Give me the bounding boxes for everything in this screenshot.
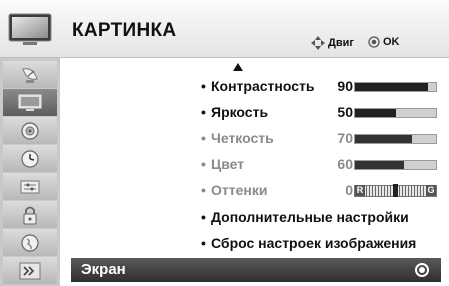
bullet-icon: •: [201, 209, 206, 225]
brightness-label: Яркость: [211, 104, 269, 120]
bullet-icon: •: [201, 156, 206, 172]
bullet-icon: •: [201, 182, 206, 198]
brightness-row[interactable]: • Яркость 50: [201, 104, 449, 124]
color-value: 60: [337, 156, 353, 172]
bullet-icon: •: [201, 78, 206, 94]
contrast-slider[interactable]: [354, 82, 437, 92]
ok-hint: OK: [368, 36, 400, 48]
lock-icon: [23, 206, 37, 224]
sidebar-item-setup[interactable]: [3, 61, 57, 88]
reset-picture-label: Сброс настроек изображения: [211, 235, 417, 251]
color-row[interactable]: • Цвет 60: [201, 156, 449, 176]
speaker-audio-icon: [21, 121, 39, 140]
sharpness-slider[interactable]: [354, 134, 437, 144]
globe-icon: [21, 233, 39, 252]
sidebar-item-lock[interactable]: [3, 201, 57, 228]
tint-red-label: R: [355, 185, 365, 196]
contrast-value: 90: [337, 78, 353, 94]
reset-picture-row[interactable]: • Сброс настроек изображения: [201, 235, 449, 255]
ok-button-icon: [368, 36, 380, 48]
tv-picture-icon: [18, 94, 42, 111]
move-hint: Двиг: [311, 36, 354, 50]
scroll-up-arrow-icon[interactable]: [233, 63, 243, 71]
tint-value: 0: [345, 182, 353, 198]
tint-slider[interactable]: R G: [354, 184, 437, 197]
contrast-row[interactable]: • Контрастность 90: [201, 78, 449, 98]
sharpness-slider-fill: [355, 135, 412, 143]
tint-slider-thumb[interactable]: [393, 184, 398, 197]
color-slider[interactable]: [354, 160, 437, 170]
sharpness-label: Четкость: [211, 130, 274, 146]
tint-green-label: G: [426, 185, 436, 196]
brightness-value: 50: [337, 104, 353, 120]
screen-label: Экран: [81, 261, 126, 278]
bullet-icon: •: [201, 130, 206, 146]
contrast-slider-fill: [355, 83, 428, 91]
page-title: КАРТИНКА: [72, 20, 177, 41]
advanced-settings-label: Дополнительные настройки: [211, 209, 409, 225]
tv-icon: [8, 13, 52, 45]
brightness-slider[interactable]: [354, 108, 437, 118]
contrast-label: Контрастность: [211, 78, 315, 94]
satellite-dish-icon: [22, 67, 38, 83]
input-icon: [19, 262, 41, 279]
tint-row[interactable]: • Оттенки 0 R G: [201, 182, 449, 202]
color-slider-fill: [355, 161, 404, 169]
sharpness-row[interactable]: • Четкость 70: [201, 130, 449, 150]
sidebar-item-time[interactable]: [3, 145, 57, 172]
ok-select-icon: [415, 263, 429, 277]
advanced-settings-row[interactable]: • Дополнительные настройки: [201, 209, 449, 229]
tint-label: Оттенки: [211, 182, 268, 198]
brightness-slider-fill: [355, 109, 396, 117]
category-sidebar: [0, 58, 60, 286]
options-icon: [20, 180, 40, 193]
bullet-icon: •: [201, 235, 206, 251]
picture-menu-osd: КАРТИНКА Двиг OK • Контрастность 90 • Яр…: [0, 0, 449, 286]
sidebar-item-options[interactable]: [3, 173, 57, 200]
settings-panel: • Контрастность 90 • Яркость 50 • Четкос…: [60, 58, 449, 286]
navigation-arrows-icon: [311, 36, 325, 50]
sharpness-value: 70: [337, 130, 353, 146]
clock-icon: [21, 149, 39, 168]
color-label: Цвет: [211, 156, 245, 172]
sidebar-item-input[interactable]: [3, 257, 57, 284]
menu-header: КАРТИНКА Двиг OK: [0, 0, 449, 58]
sidebar-item-network[interactable]: [3, 229, 57, 256]
sidebar-item-picture[interactable]: [3, 89, 57, 116]
bullet-icon: •: [201, 104, 206, 120]
ok-hint-label: OK: [383, 36, 400, 48]
sidebar-item-audio[interactable]: [3, 117, 57, 144]
move-hint-label: Двиг: [328, 37, 354, 49]
screen-menu-item[interactable]: Экран: [71, 258, 441, 282]
